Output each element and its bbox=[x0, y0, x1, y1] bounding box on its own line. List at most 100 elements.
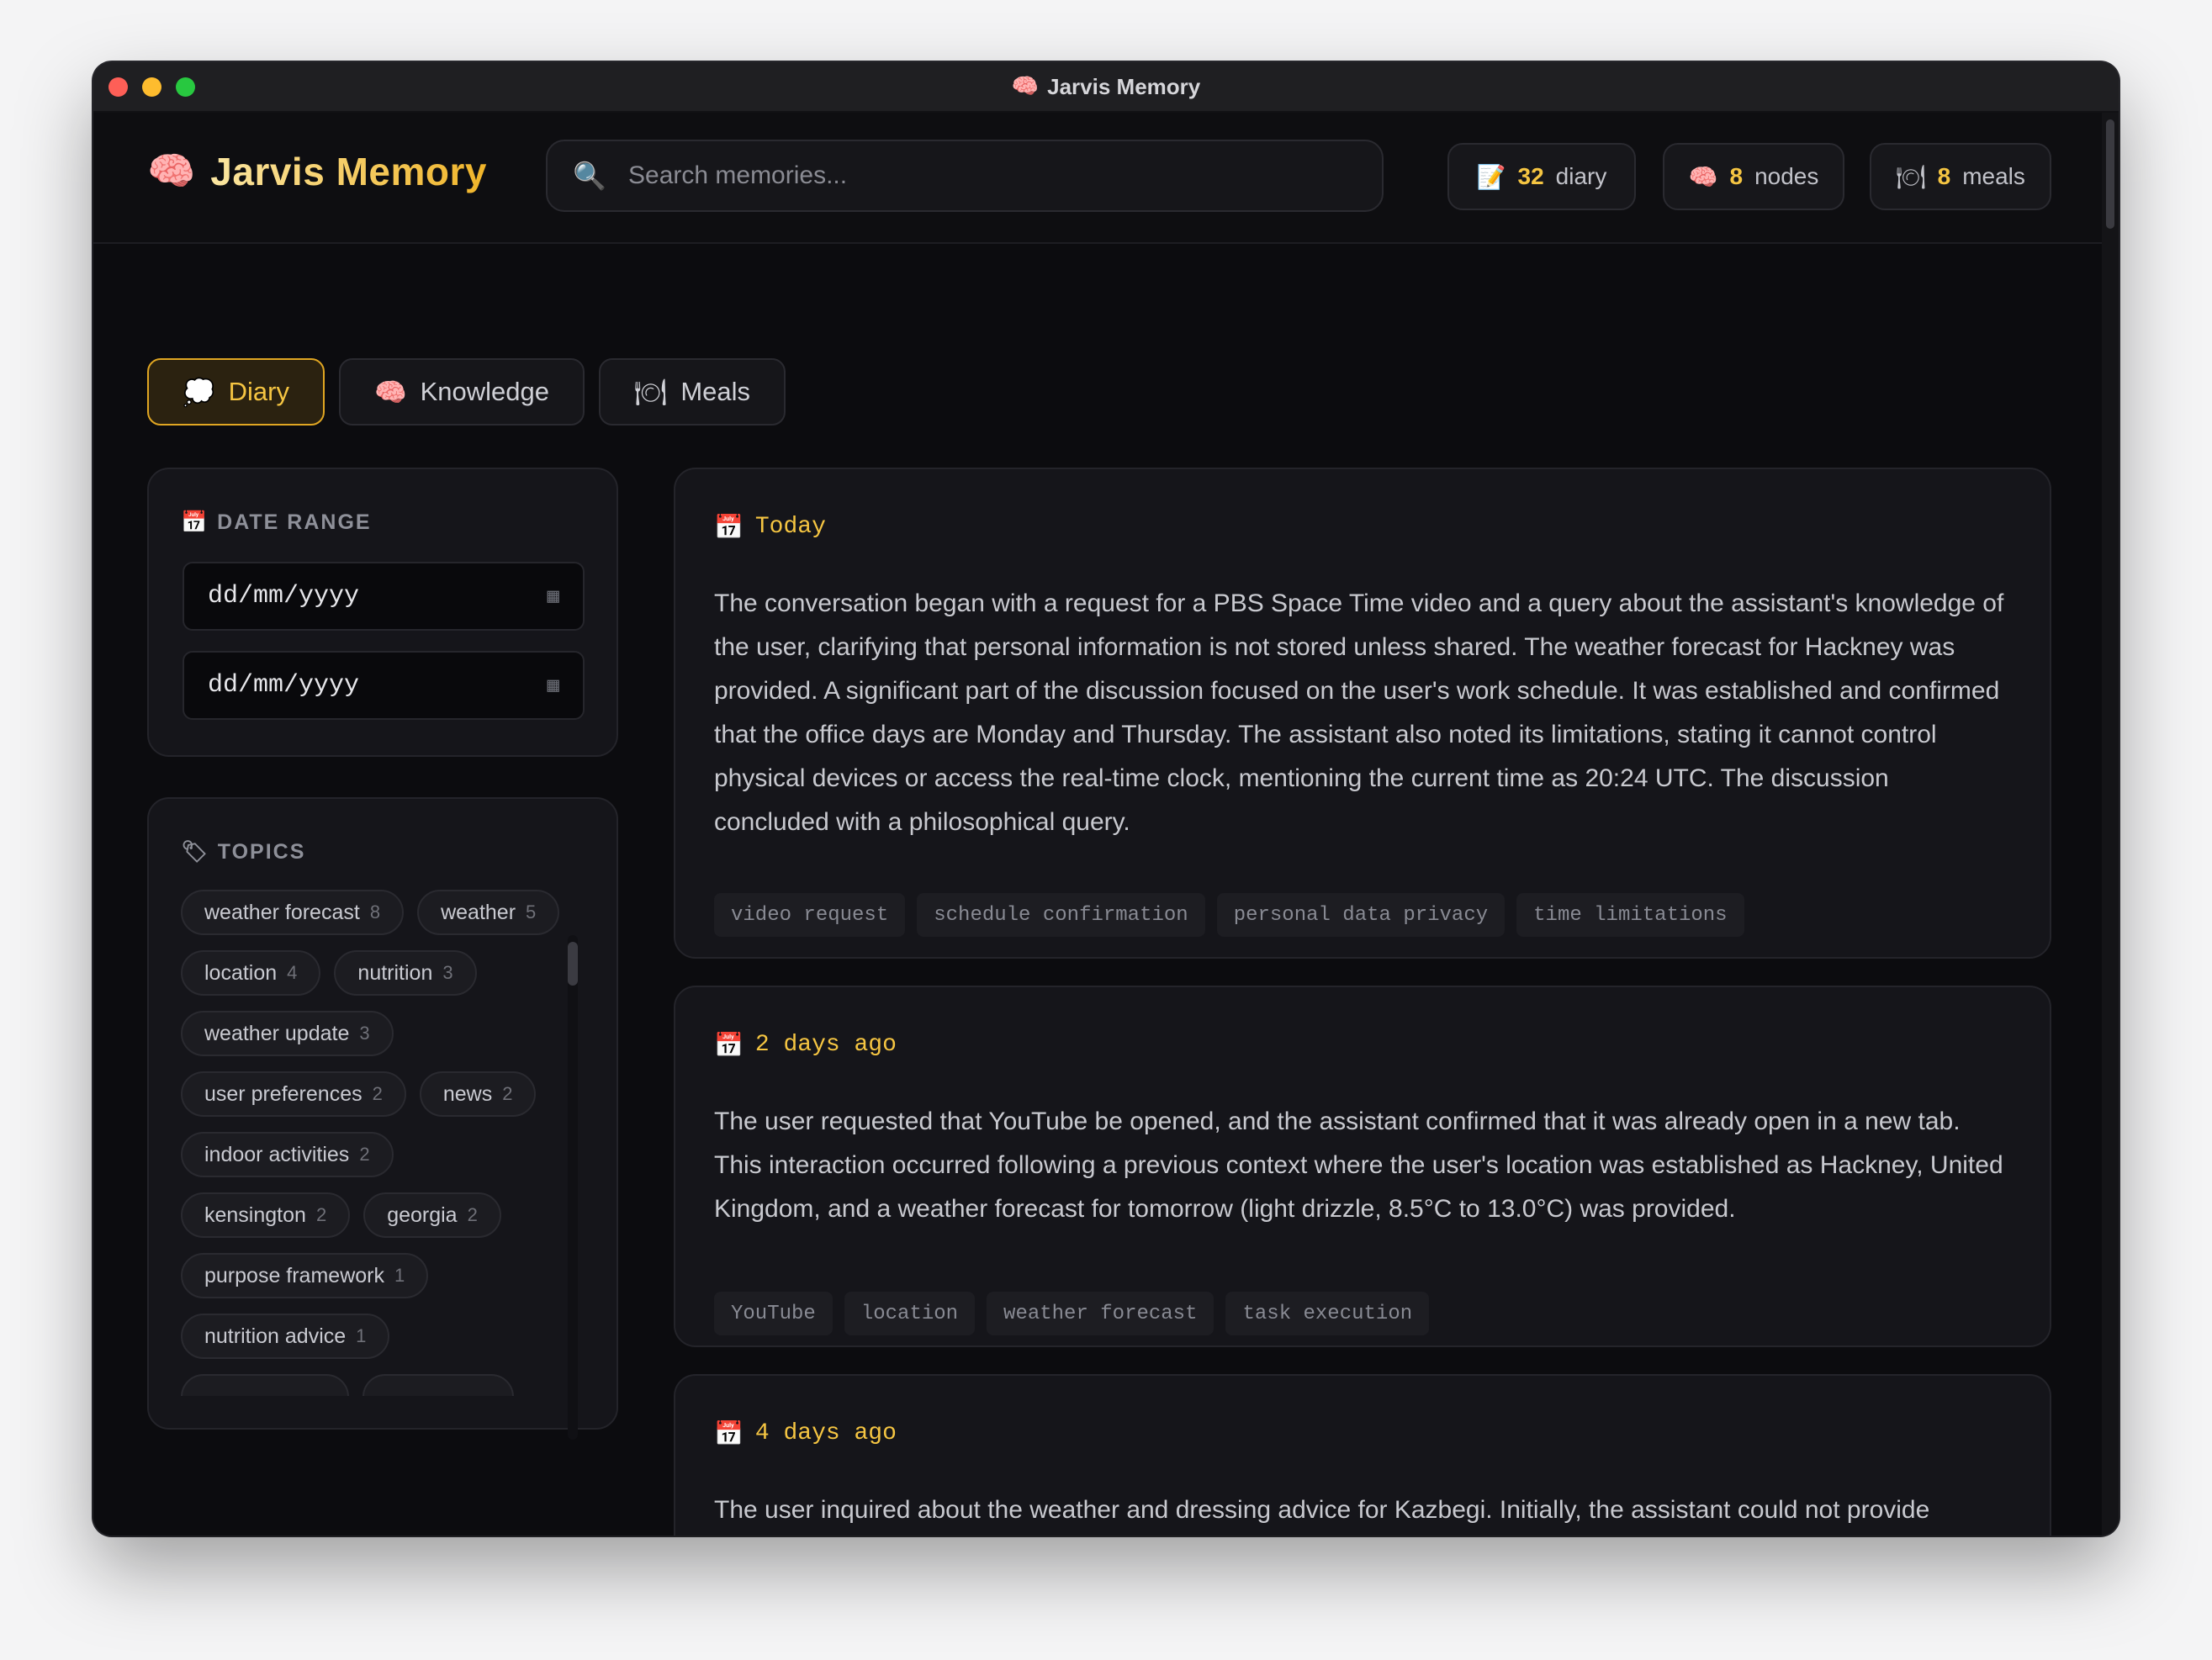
topic-count: 2 bbox=[315, 1204, 327, 1225]
brain-icon: 🧠 bbox=[147, 148, 196, 193]
calendar-icon: 📅 bbox=[714, 1031, 744, 1059]
search-input[interactable] bbox=[627, 161, 1382, 191]
topic-count: 4 bbox=[287, 962, 298, 983]
entry-tag[interactable]: personal data privacy bbox=[1216, 893, 1506, 937]
thought-bubble-icon: 💭 bbox=[183, 377, 215, 408]
topic-chip[interactable]: indoor activities 2 bbox=[181, 1132, 394, 1177]
brain-icon: 🧠 bbox=[1011, 74, 1040, 99]
meals-count: 8 bbox=[1937, 163, 1951, 189]
date-to-input[interactable]: dd/mm/yyyy ▦ bbox=[183, 651, 585, 720]
topic-count: 2 bbox=[467, 1204, 478, 1225]
date-from-input[interactable]: dd/mm/yyyy ▦ bbox=[183, 562, 585, 631]
topic-count: 2 bbox=[502, 1083, 513, 1104]
topics-scrollbar[interactable] bbox=[568, 935, 578, 1440]
tab-knowledge[interactable]: 🧠 Knowledge bbox=[338, 358, 585, 426]
topic-chip[interactable]: nutrition advice 1 bbox=[181, 1314, 390, 1359]
entry-text: The user inquired about the weather and … bbox=[714, 1496, 1930, 1524]
entry-tag[interactable]: time limitations bbox=[1516, 893, 1744, 937]
tab-meals-label: Meals bbox=[680, 377, 751, 406]
entry-tag[interactable]: task execution bbox=[1225, 1292, 1430, 1335]
entry-date-label: 2 days ago bbox=[754, 1032, 897, 1058]
entry-date: 📅 2 days ago bbox=[714, 1031, 897, 1059]
topic-chip[interactable]: news 2 bbox=[419, 1071, 537, 1117]
diary-entry-card: 📅 Today The conversation began with a re… bbox=[674, 468, 2051, 959]
topic-chip[interactable]: user preferences 2 bbox=[181, 1071, 406, 1117]
nodes-count: 8 bbox=[1729, 163, 1744, 189]
topic-chip[interactable]: weather update 3 bbox=[181, 1011, 394, 1056]
close-window-button[interactable] bbox=[108, 77, 128, 97]
entry-tag[interactable]: schedule confirmation bbox=[917, 893, 1205, 937]
topic-chip[interactable]: purpose framework 1 bbox=[181, 1253, 429, 1298]
topics-scrollbar-thumb[interactable] bbox=[568, 942, 578, 986]
title-bar: 🧠 Jarvis Memory bbox=[93, 62, 2119, 113]
topic-chip[interactable]: weather forecast 8 bbox=[181, 890, 405, 935]
topic-chip[interactable]: weather 5 bbox=[417, 890, 560, 935]
date-range-title: 📅 DATE RANGE bbox=[181, 510, 372, 535]
topic-row: nutrition advice 1 bbox=[181, 1314, 568, 1359]
app-logo[interactable]: 🧠 Jarvis Memory bbox=[147, 148, 487, 194]
topic-count: 1 bbox=[356, 1325, 367, 1346]
calendar-picker-icon[interactable]: ▦ bbox=[548, 673, 559, 698]
plate-icon: 🍽 bbox=[633, 377, 668, 408]
minimize-window-button[interactable] bbox=[142, 77, 161, 97]
topic-name: purpose framework bbox=[204, 1263, 384, 1287]
topics-title-text: TOPICS bbox=[217, 839, 306, 864]
view-tabs: 💭 Diary 🧠 Knowledge 🍽 Meals bbox=[147, 358, 786, 426]
topic-count: 1 bbox=[394, 1265, 405, 1286]
tab-meals[interactable]: 🍽 Meals bbox=[598, 358, 786, 426]
calendar-icon: 📅 bbox=[714, 513, 744, 541]
calendar-icon: 📅 bbox=[181, 510, 209, 534]
entry-date-label: 4 days ago bbox=[754, 1420, 897, 1446]
topic-name: indoor activities bbox=[204, 1142, 350, 1166]
calendar-picker-icon[interactable]: ▦ bbox=[548, 584, 559, 609]
meals-count-badge: 🍽 8 meals bbox=[1870, 143, 2051, 210]
entry-text: The conversation began with a request fo… bbox=[714, 589, 2004, 836]
topic-chip[interactable] bbox=[181, 1374, 349, 1396]
topic-count: 5 bbox=[526, 901, 537, 923]
entry-tags: YouTube location weather forecast task e… bbox=[714, 1292, 1430, 1335]
app-header: 🧠 Jarvis Memory 🔍 📝 32 diary 🧠 8 nodes 🍽… bbox=[93, 113, 2102, 244]
topic-count: 2 bbox=[359, 1144, 370, 1165]
brain-icon: 🧠 bbox=[1688, 162, 1718, 191]
topic-chip[interactable]: nutrition 3 bbox=[334, 950, 477, 996]
tab-diary[interactable]: 💭 Diary bbox=[147, 358, 325, 426]
window-title: 🧠 Jarvis Memory bbox=[1012, 74, 1200, 100]
topic-name: nutrition bbox=[357, 960, 433, 985]
maximize-window-button[interactable] bbox=[176, 77, 195, 97]
topic-name: kensington bbox=[204, 1203, 306, 1227]
topics-panel: 🏷 TOPICS weather forecast 8 weather 5 loca… bbox=[147, 797, 618, 1430]
topic-name: weather bbox=[441, 900, 516, 924]
entry-tag[interactable]: weather forecast bbox=[987, 1292, 1214, 1335]
topic-chip[interactable]: georgia 2 bbox=[363, 1192, 501, 1238]
topic-name: nutrition advice bbox=[204, 1324, 347, 1348]
page-scrollbar[interactable] bbox=[2102, 113, 2119, 1536]
page-scrollbar-thumb[interactable] bbox=[2106, 119, 2114, 229]
topic-row: weather forecast 8 weather 5 bbox=[181, 890, 568, 935]
entry-text: The user requested that YouTube be opene… bbox=[714, 1108, 2003, 1223]
entry-tag[interactable]: video request bbox=[714, 893, 906, 937]
diary-count-badge: 📝 32 diary bbox=[1447, 143, 1636, 210]
entry-tags: video request schedule confirmation pers… bbox=[714, 893, 1744, 937]
label-tag-icon: 🏷 bbox=[181, 839, 209, 864]
entry-tag[interactable]: YouTube bbox=[714, 1292, 833, 1335]
topic-name: user preferences bbox=[204, 1081, 362, 1106]
window-controls bbox=[108, 77, 195, 97]
search-bar[interactable]: 🔍 bbox=[546, 140, 1384, 212]
diary-entry-card: 📅 2 days ago The user requested that You… bbox=[674, 986, 2051, 1347]
topic-chip[interactable]: kensington 2 bbox=[181, 1192, 351, 1238]
date-range-panel: 📅 DATE RANGE dd/mm/yyyy ▦ dd/mm/yyyy ▦ bbox=[147, 468, 618, 757]
topic-name: news bbox=[442, 1081, 493, 1106]
entry-date-label: Today bbox=[754, 514, 826, 540]
topic-row: location 4 nutrition 3 bbox=[181, 950, 568, 996]
topic-chip[interactable]: location 4 bbox=[181, 950, 321, 996]
diary-entry-card: 📅 4 days ago The user inquired about the… bbox=[674, 1374, 2051, 1536]
topic-name: weather forecast bbox=[204, 900, 360, 924]
topic-chip[interactable] bbox=[362, 1374, 514, 1396]
tab-diary-label: Diary bbox=[228, 377, 289, 406]
date-from-placeholder: dd/mm/yyyy bbox=[208, 582, 360, 611]
topic-row: kensington 2 georgia 2 bbox=[181, 1192, 568, 1238]
topic-count: 3 bbox=[442, 962, 453, 983]
topic-count: 3 bbox=[359, 1023, 370, 1044]
nodes-count-label: nodes bbox=[1754, 163, 1819, 189]
entry-tag[interactable]: location bbox=[844, 1292, 976, 1335]
